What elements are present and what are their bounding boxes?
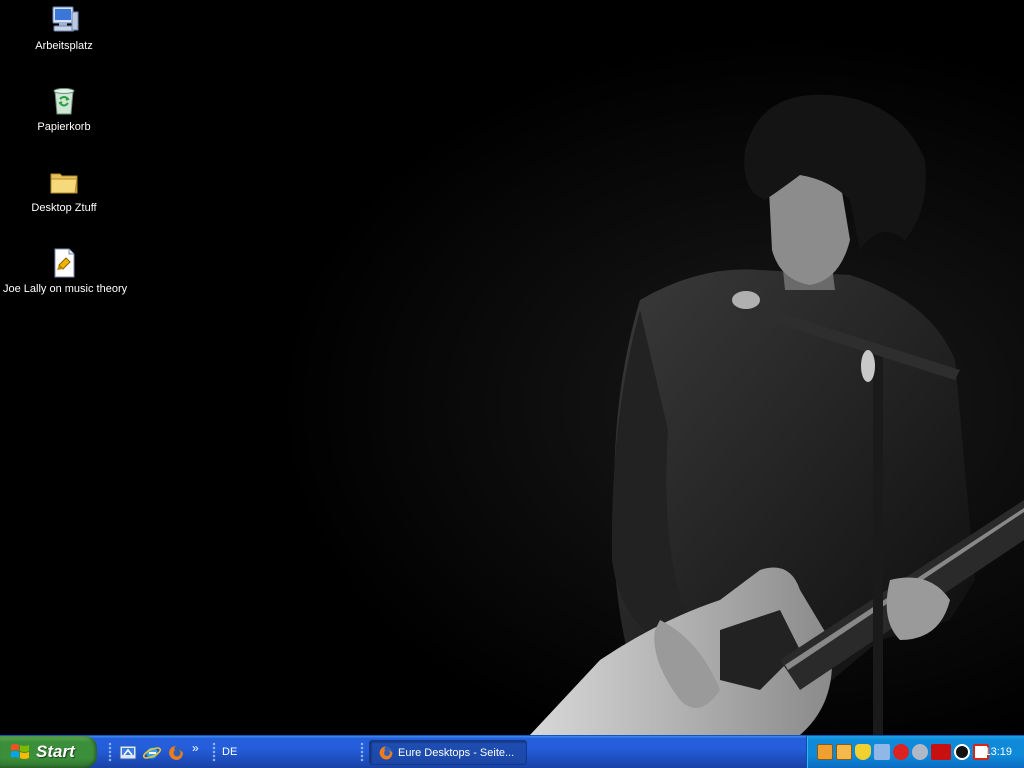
document-icon <box>54 248 75 278</box>
desktop-icon-label: Arbeitsplatz <box>35 40 93 52</box>
quick-launch-bar: » <box>118 741 199 764</box>
desktop-icon-label: Desktop Ztuff <box>31 202 97 214</box>
desktop-icon-label: Papierkorb <box>37 121 91 133</box>
show-desktop-icon <box>119 745 137 760</box>
network-icon[interactable] <box>874 744 890 760</box>
firefox-icon <box>169 746 183 760</box>
quick-launch-more-button[interactable]: » <box>192 741 199 755</box>
my-computer-icon <box>52 6 79 32</box>
taskbar-buttons-grip[interactable] <box>360 742 364 762</box>
wallpaper-photo <box>0 0 1024 735</box>
antivirus-icon[interactable] <box>893 744 909 760</box>
sound-icon[interactable] <box>912 744 928 760</box>
windows-logo-icon <box>11 744 29 759</box>
taskbar: Start » DE Eure Desktops - Seite... 13:1… <box>0 735 1024 768</box>
ati-catalyst-icon[interactable] <box>954 744 970 760</box>
clock[interactable]: 13:19 <box>984 736 1012 768</box>
tray-icons <box>817 744 992 760</box>
desktop-icon-joe-lally[interactable]: Joe Lally on music theory <box>1 247 127 295</box>
taskbar-window-button[interactable]: Eure Desktops - Seite... <box>369 740 527 765</box>
security-shield-icon[interactable] <box>855 744 871 760</box>
internet-explorer-icon <box>143 746 161 760</box>
show-desktop-button[interactable] <box>118 743 138 763</box>
tray-app-1-icon[interactable] <box>817 744 833 760</box>
language-bar-grip[interactable] <box>212 742 216 762</box>
desktop-icon-label: Joe Lally on music theory <box>3 283 128 295</box>
folder-icon <box>50 173 78 194</box>
window-title: Eure Desktops - Seite... <box>398 746 515 759</box>
desktop-icon-desktop-ztuff[interactable]: Desktop Ztuff <box>1 166 127 214</box>
desktop-icon-papierkorb[interactable]: Papierkorb <box>1 85 127 133</box>
system-tray: 13:19 <box>806 736 1024 768</box>
quick-launch-grip[interactable] <box>108 742 112 762</box>
ati-icon[interactable] <box>931 744 951 760</box>
desktop-icon-arbeitsplatz[interactable]: Arbeitsplatz <box>1 4 127 52</box>
language-indicator[interactable]: DE <box>222 736 237 768</box>
internet-explorer-button[interactable] <box>142 743 162 763</box>
desktop[interactable]: Arbeitsplatz Papierkorb Desktop Ztuff Jo… <box>0 0 1024 735</box>
recycle-bin-icon <box>53 88 75 115</box>
start-label: Start <box>36 742 75 761</box>
start-button[interactable]: Start <box>0 736 97 768</box>
tray-app-2-icon[interactable] <box>836 744 852 760</box>
firefox-button[interactable] <box>166 743 186 763</box>
firefox-icon <box>379 746 393 759</box>
